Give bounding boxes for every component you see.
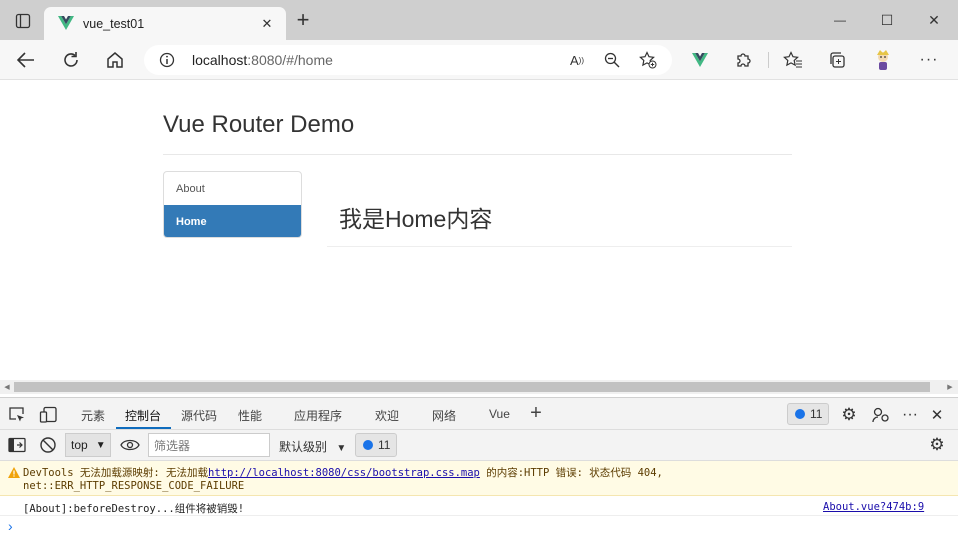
tab-welcome[interactable]: 欢迎 [375, 407, 399, 424]
url-text[interactable]: localhost:8080/#/home [192, 52, 333, 68]
tab-sources[interactable]: 源代码 [181, 407, 217, 424]
add-panel-button[interactable]: + [526, 402, 546, 424]
close-tab-icon[interactable]: ✕ [260, 16, 274, 31]
warning-line-1: DevTools 无法加载源映射: 无法加载http://localhost:8… [23, 465, 663, 480]
message-icon [795, 409, 805, 419]
url-path: :8080/#/home [247, 52, 333, 68]
tab-elements[interactable]: 元素 [81, 407, 105, 424]
console-prompt-icon[interactable]: › [8, 518, 13, 534]
scroll-left-icon[interactable]: ◀ [2, 382, 12, 392]
context-selector[interactable]: top ▼ [65, 433, 111, 457]
close-devtools-icon[interactable]: ✕ [928, 405, 946, 425]
devtools-tab-strip: 元素 控制台 源代码 性能 应用程序 欢迎 网络 Vue + 11 ⚙ ··· … [0, 397, 958, 430]
url-host: localhost [192, 52, 248, 68]
warning-line-2: net::ERR_HTTP_RESPONSE_CODE_FAILURE [23, 480, 245, 492]
live-expression-eye-icon[interactable] [120, 437, 140, 453]
warning-suffix: 的内容:HTTP 错误: 状态代码 404, [479, 467, 663, 479]
filter-input[interactable]: 筛选器 [148, 433, 270, 457]
address-bar[interactable]: localhost:8080/#/home A)) [144, 45, 672, 75]
nav-list: About Home [163, 171, 302, 238]
minimize-button[interactable]: — [830, 12, 850, 28]
log-source-link[interactable]: About.vue?474b:9 [823, 501, 924, 513]
scroll-right-icon[interactable]: ▶ [945, 382, 955, 392]
horizontal-scrollbar[interactable]: ◀ ▶ [0, 380, 958, 394]
tab-title: vue_test01 [83, 17, 145, 31]
customize-icon[interactable] [871, 405, 891, 425]
toolbar-issues-badge[interactable]: 11 [355, 433, 397, 457]
warning-prefix: DevTools 无法加载源映射: 无法加载 [23, 467, 209, 479]
warning-message: DevTools 无法加载源映射: 无法加载http://localhost:8… [0, 461, 958, 496]
issues-count: 11 [810, 407, 823, 421]
web-page: Vue Router Demo About Home 我是Home内容 [0, 80, 958, 380]
nav-link-about[interactable]: About [164, 172, 301, 205]
scrollbar-thumb[interactable] [14, 382, 930, 392]
page-title: Vue Router Demo [163, 111, 355, 138]
active-tab-indicator [116, 427, 171, 429]
tab-network[interactable]: 网络 [432, 407, 456, 424]
vue-devtools-extension-icon[interactable] [691, 52, 709, 68]
maximize-button[interactable]: ☐ [877, 12, 897, 28]
favorites-icon[interactable] [783, 51, 803, 69]
navigation-bar: localhost:8080/#/home A)) ··· [0, 40, 958, 80]
tab-vue[interactable]: Vue [489, 407, 510, 421]
toolbar-issues-count: 11 [378, 438, 391, 452]
back-arrow-icon[interactable] [16, 50, 36, 70]
console-toolbar: top ▼ 筛选器 默认级别 ▼ 11 ⚙ [0, 430, 958, 461]
profile-avatar[interactable] [872, 49, 894, 71]
settings-gear-icon[interactable]: ⚙ [839, 405, 859, 425]
add-favorite-icon[interactable] [639, 51, 657, 69]
tab-console[interactable]: 控制台 [125, 407, 161, 424]
clear-console-icon[interactable] [39, 436, 57, 454]
sourcemap-link[interactable]: http://localhost:8080/css/bootstrap.css.… [208, 467, 480, 479]
log-level-dropdown[interactable]: 默认级别 ▼ [279, 438, 346, 455]
read-aloud-icon[interactable]: A)) [568, 52, 586, 68]
tab-application[interactable]: 应用程序 [294, 407, 342, 424]
new-tab-button[interactable]: + [293, 7, 313, 32]
title-divider [163, 154, 792, 155]
collections-icon[interactable] [828, 51, 846, 69]
sidebar-toggle-icon[interactable] [8, 437, 26, 453]
refresh-icon[interactable] [61, 50, 81, 70]
zoom-out-icon[interactable] [604, 52, 620, 68]
dropdown-arrow-icon: ▼ [95, 439, 106, 451]
browser-tab[interactable]: vue_test01 ✕ [44, 7, 286, 40]
tab-performance[interactable]: 性能 [238, 407, 262, 424]
vue-logo-icon [58, 16, 74, 30]
issues-badge[interactable]: 11 [787, 403, 829, 425]
log-level-label: 默认级别 [279, 440, 328, 454]
console-settings-gear-icon[interactable]: ⚙ [927, 435, 947, 455]
more-options-icon[interactable]: ··· [919, 51, 939, 69]
console-output: DevTools 无法加载源映射: 无法加载http://localhost:8… [0, 461, 958, 539]
nav-link-home[interactable]: Home [164, 205, 301, 237]
tab-actions-icon[interactable] [14, 12, 32, 30]
close-window-button[interactable]: ✕ [924, 12, 944, 28]
toolbar-message-icon [363, 440, 373, 450]
title-bar: vue_test01 ✕ + — ☐ ✕ [0, 0, 958, 40]
toolbar-divider [768, 52, 769, 68]
devtools-more-icon[interactable]: ··· [900, 405, 920, 425]
site-info-icon[interactable] [159, 52, 175, 68]
warning-triangle-icon [8, 466, 20, 478]
level-dropdown-arrow-icon: ▼ [336, 443, 347, 454]
log-message: [About]:beforeDestroy...组件将被销毁! About.vu… [0, 496, 958, 516]
home-icon[interactable] [105, 50, 125, 70]
log-text: [About]:beforeDestroy...组件将被销毁! [23, 503, 245, 515]
inspect-element-icon[interactable] [8, 406, 26, 424]
content-panel: 我是Home内容 [327, 175, 792, 247]
extensions-icon[interactable] [735, 51, 753, 69]
device-emulation-icon[interactable] [39, 406, 59, 424]
context-value: top [71, 438, 88, 452]
content-text: 我是Home内容 [339, 206, 493, 232]
